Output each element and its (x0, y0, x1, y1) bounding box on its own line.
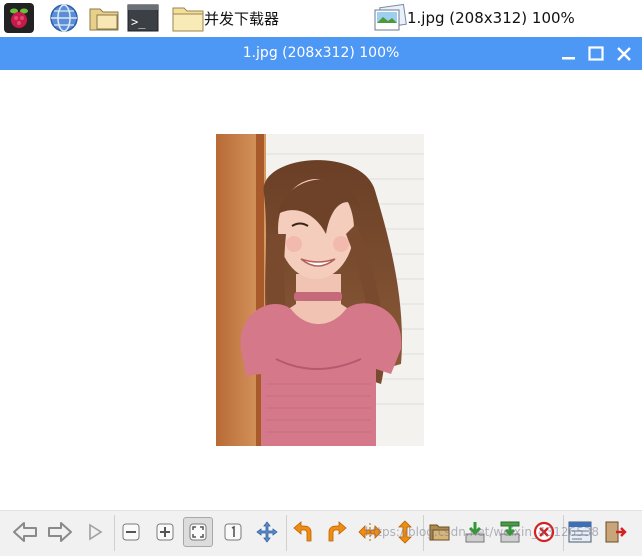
taskbar: >_ 并发下载器 1.jpg (208x312) 100% (0, 0, 642, 36)
window-title: 1.jpg (208x312) 100% (242, 45, 400, 61)
maximize-icon[interactable] (586, 44, 606, 64)
file-manager-icon[interactable] (88, 3, 120, 33)
fullscreen-icon[interactable] (252, 517, 282, 547)
next-icon[interactable] (45, 517, 75, 547)
raspberry-menu-icon[interactable] (4, 3, 34, 33)
quit-icon[interactable] (600, 517, 630, 547)
close-icon[interactable] (614, 44, 634, 64)
image-canvas[interactable] (0, 70, 642, 510)
window-title-bar[interactable]: 1.jpg (208x312) 100% (0, 37, 642, 70)
svg-text:>_: >_ (131, 15, 146, 29)
displayed-photo (216, 134, 424, 446)
zoom-out-icon[interactable] (116, 517, 146, 547)
rotate-right-icon[interactable] (322, 517, 352, 547)
rotate-left-icon[interactable] (288, 517, 318, 547)
folder-icon (172, 7, 204, 32)
toolbar-separator (286, 515, 287, 551)
task-folder[interactable]: 并发下载器 (172, 3, 279, 33)
previous-icon[interactable] (10, 517, 40, 547)
task-image-viewer[interactable]: 1.jpg (208x312) 100% (373, 3, 575, 33)
image-viewer-icon (374, 3, 407, 31)
fit-window-icon[interactable] (183, 517, 213, 547)
watermark-text: https://blog.csdn.net/weixin_43126538 (365, 525, 600, 539)
minimize-icon[interactable] (559, 44, 579, 64)
slideshow-icon[interactable] (80, 517, 110, 547)
task-folder-label: 并发下载器 (204, 9, 280, 28)
web-browser-icon[interactable] (49, 3, 79, 33)
original-size-icon[interactable] (218, 517, 248, 547)
task-image-viewer-label: 1.jpg (208x312) 100% (407, 9, 575, 27)
terminal-icon[interactable]: >_ (127, 3, 159, 33)
toolbar-separator (114, 515, 115, 551)
zoom-in-icon[interactable] (150, 517, 180, 547)
